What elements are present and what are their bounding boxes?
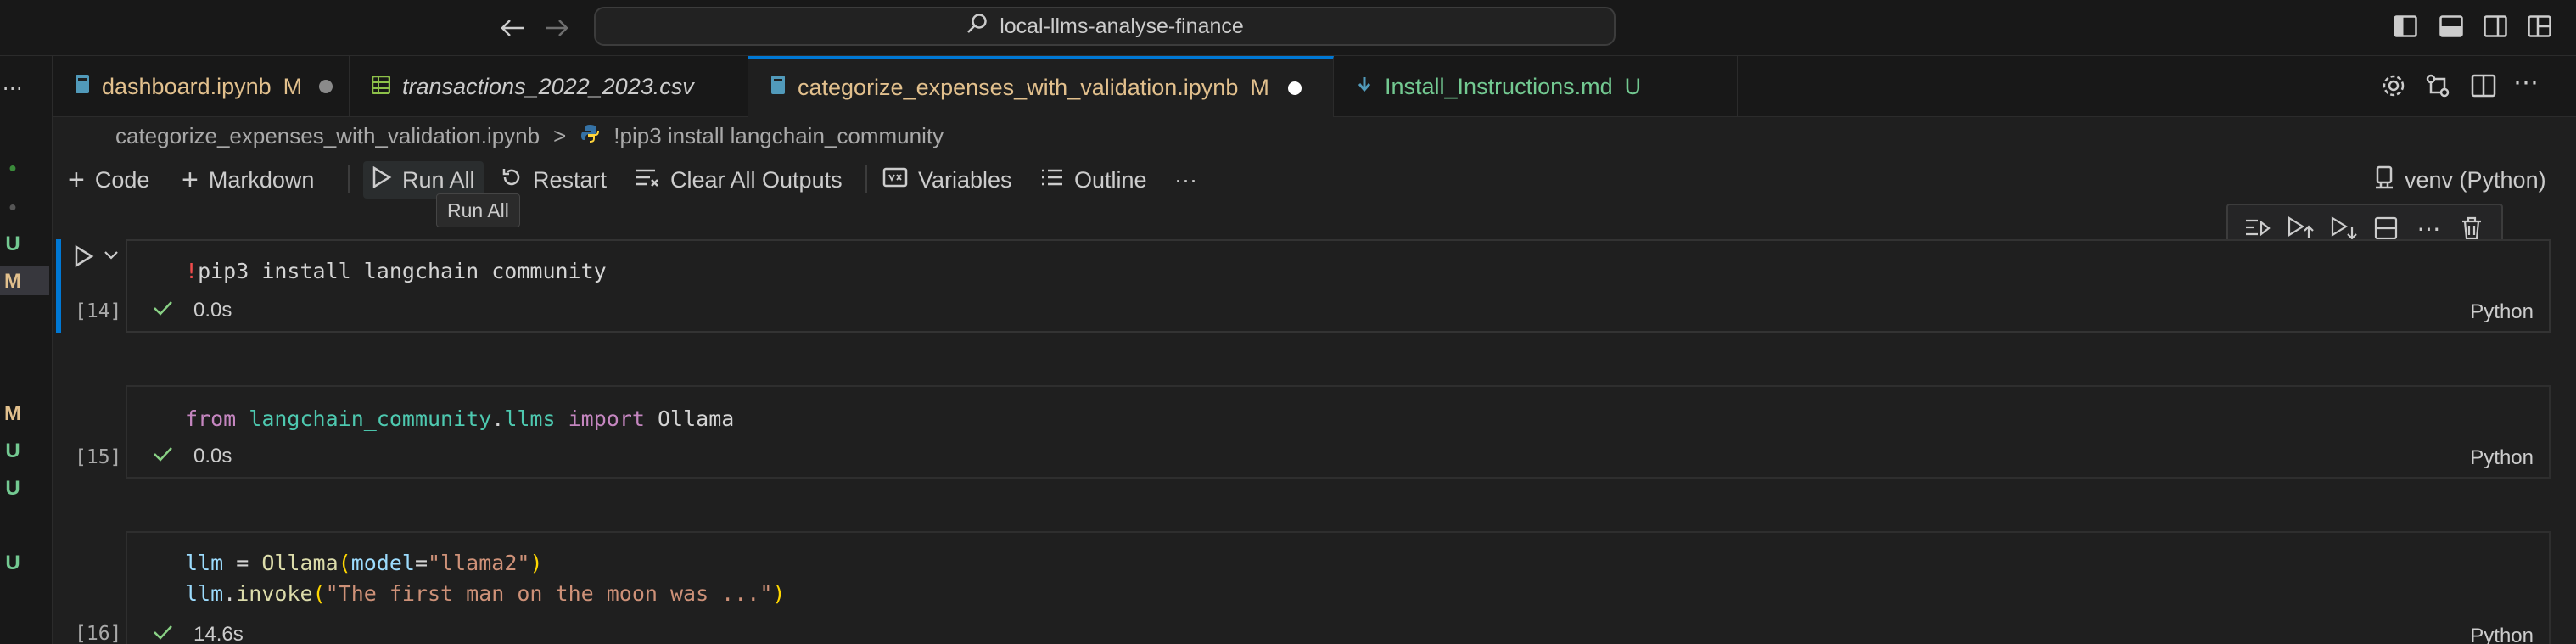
cell-source[interactable]: llm = Ollama(model="llama2") llm.invoke(… [185,548,785,609]
toggle-secondary-sidebar-icon[interactable] [2483,14,2508,39]
chevron-down-icon[interactable] [104,249,120,266]
execution-time: 14.6s [193,623,244,644]
trash-icon[interactable] [2457,214,2486,243]
markdown-file-icon [1356,74,1373,100]
plus-icon: + [68,164,85,196]
execution-count: [16] [75,623,122,644]
add-markdown-cell-button[interactable]: + Markdown [182,161,314,199]
more-actions-icon[interactable]: ⋯ [2513,68,2547,102]
cell-status: 14.6s [153,623,244,644]
check-icon [153,445,173,468]
more-icon[interactable]: ⋯ [0,76,25,101]
tab-label: categorize_expenses_with_validation.ipyn… [798,75,1239,100]
play-outline-icon [372,165,392,194]
execute-below-icon[interactable] [2329,214,2358,243]
git-status-marker: ● [8,200,17,215]
outline-button[interactable]: Outline [1040,161,1147,199]
git-status-marker: M [4,402,21,425]
tab-install-instructions[interactable]: Install_Instructions.md U [1334,56,1738,117]
breadcrumb-cell[interactable]: !pip3 install langchain_community [613,123,944,149]
cell-focus-indicator [56,239,61,333]
tab-dashboard[interactable]: dashboard.ipynb M [53,56,350,117]
list-icon [1040,167,1064,193]
tab-git-badge: M [1250,75,1269,100]
breadcrumb-separator: > [553,122,567,148]
notebook-toolbar: + Code + Markdown Run All Restart Clear … [53,156,2576,204]
restart-icon [501,166,523,194]
editor-tab-bar: dashboard.ipynb M transactions_2022_2023… [53,56,2576,117]
execute-above-cells-icon[interactable] [2243,214,2272,243]
breadcrumb: categorize_expenses_with_validation.ipyn… [53,117,944,154]
gear-icon[interactable] [2381,73,2408,100]
activity-gutter: ⋯ ● ● U M M U U U [0,56,53,644]
toolbar-divider [348,165,350,193]
more-cell-actions-icon[interactable]: ⋯ [2414,214,2443,243]
csv-file-icon [371,74,391,100]
back-arrow-icon[interactable] [496,12,529,44]
workspace-name: local-llms-analyse-finance [1000,14,1244,38]
python-icon [580,123,600,149]
unsaved-dot-icon[interactable] [1287,81,1302,95]
tab-label: transactions_2022_2023.csv [402,73,694,99]
toggle-primary-sidebar-icon[interactable] [2393,14,2418,39]
open-changes-icon[interactable] [2425,73,2452,100]
git-status-marker: U [5,552,20,574]
clear-all-outputs-button[interactable]: Clear All Outputs [635,161,843,199]
search-icon [966,13,988,41]
execution-time: 0.0s [193,299,232,322]
tab-categorize-expenses[interactable]: categorize_expenses_with_validation.ipyn… [748,56,1334,117]
run-cell-play-icon[interactable] [73,244,100,272]
kernel-icon [2374,165,2394,195]
tab-label: Install_Instructions.md [1385,73,1613,99]
notebook-file-icon [770,75,786,101]
cell-source[interactable]: !pip3 install langchain_community [185,256,607,287]
execute-above-icon[interactable] [2286,214,2315,243]
git-status-marker: U [5,440,20,462]
run-all-tooltip: Run All [436,193,520,227]
add-code-cell-button[interactable]: + Code [68,161,149,199]
git-status-marker: ● [8,161,17,176]
toolbar-divider [865,165,867,193]
plus-icon: + [182,164,199,196]
tab-git-badge: M [283,73,303,99]
tab-transactions-csv[interactable]: transactions_2022_2023.csv [350,56,748,117]
command-center-search[interactable]: local-llms-analyse-finance [594,7,1616,46]
kernel-picker-button[interactable]: venv (Python) [2374,161,2546,199]
notebook-file-icon [75,74,90,100]
cell-language[interactable]: Python [2470,300,2534,324]
toggle-panel-icon[interactable] [2439,14,2464,39]
unsaved-dot-icon[interactable] [319,80,333,93]
variables-icon [882,167,908,193]
cell-status: 0.0s [153,299,232,322]
more-toolbar-actions-button[interactable]: ··· [1174,161,1197,199]
check-icon [153,623,173,644]
git-status-marker: M [4,270,21,293]
execution-time: 0.0s [193,445,232,468]
forward-arrow-icon[interactable] [540,12,574,44]
git-status-marker: U [5,477,20,500]
cell-source[interactable]: from langchain_community.llms import Oll… [185,404,734,434]
tab-label: dashboard.ipynb [102,73,272,99]
cell-language[interactable]: Python [2470,446,2534,470]
clear-all-icon [635,167,660,193]
execution-count: [14] [75,300,122,322]
check-icon [153,299,173,322]
execution-count: [15] [75,446,122,468]
breadcrumb-file[interactable]: categorize_expenses_with_validation.ipyn… [115,123,540,149]
split-cell-icon[interactable] [2372,214,2400,243]
cell-status: 0.0s [153,445,232,468]
cell-language[interactable]: Python [2470,624,2534,644]
git-status-marker: U [5,232,20,255]
variables-button[interactable]: Variables [882,161,1012,199]
split-editor-icon[interactable] [2471,73,2498,100]
customize-layout-icon[interactable] [2527,14,2552,39]
title-bar: local-llms-analyse-finance [0,0,2576,56]
tab-git-badge: U [1624,73,1642,99]
